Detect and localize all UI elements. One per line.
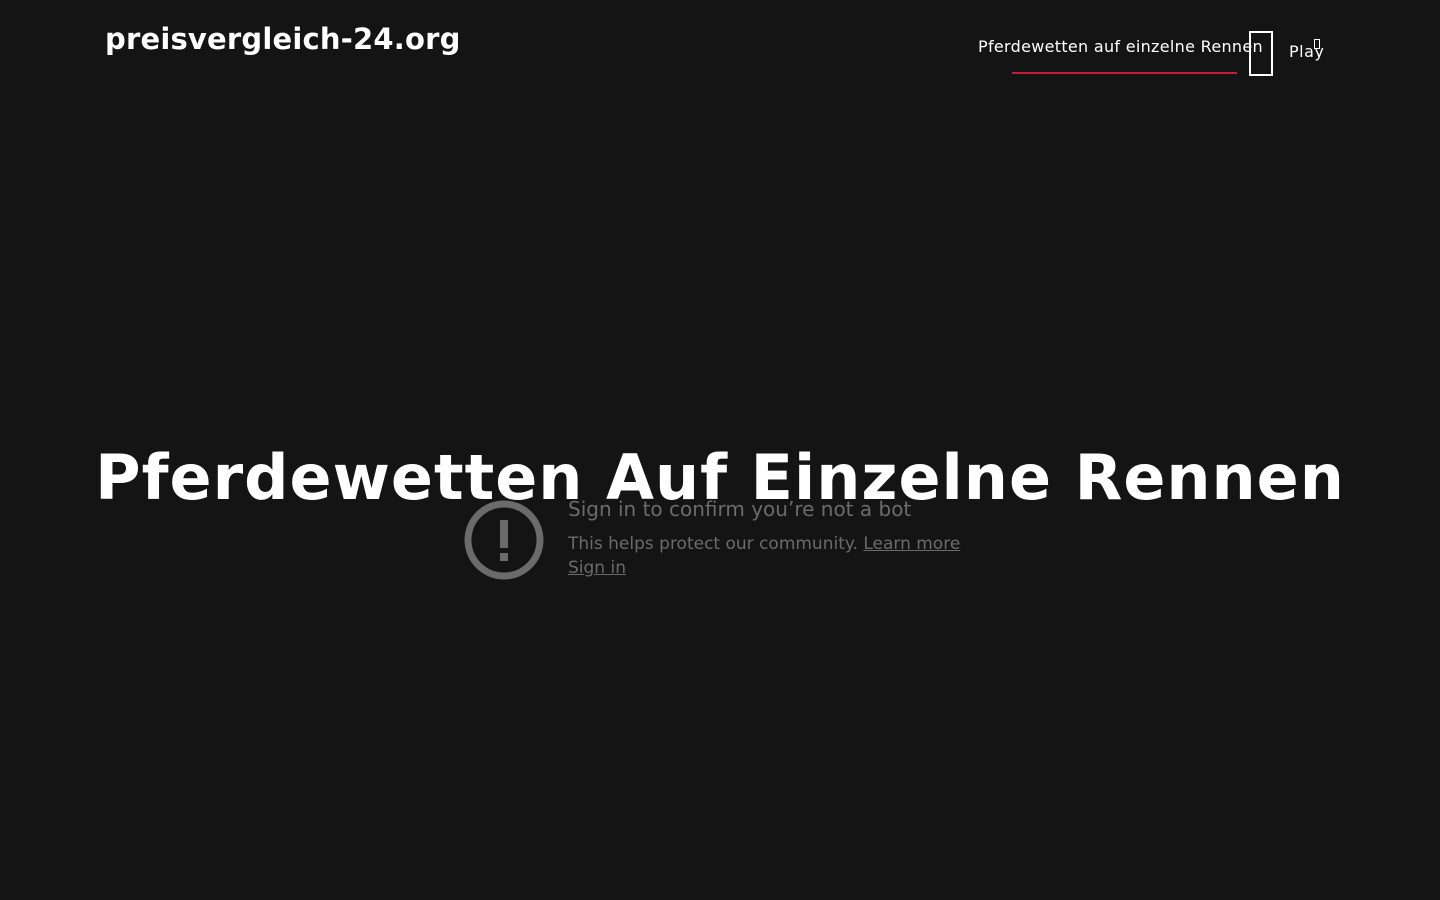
page: preisvergleich-24.org Pferdewetten auf e… bbox=[0, 0, 1440, 900]
exclamation-circle-icon bbox=[464, 500, 544, 580]
menu-icon[interactable] bbox=[1249, 31, 1273, 76]
site-title-link[interactable]: preisvergleich-24.org bbox=[105, 22, 461, 56]
play-icon bbox=[1314, 39, 1320, 49]
sign-in-link[interactable]: Sign in bbox=[568, 558, 626, 578]
learn-more-link[interactable]: Learn more bbox=[863, 534, 960, 554]
bot-check-description: This helps protect our community. Learn … bbox=[568, 534, 960, 554]
nav-link-pferdewetten[interactable]: Pferdewetten auf einzelne Rennen bbox=[978, 37, 1263, 56]
bot-check-description-text: This helps protect our community. bbox=[568, 534, 858, 554]
bot-check-heading: Sign in to confirm you’re not a bot bbox=[568, 497, 912, 521]
nav-active-underline bbox=[1012, 72, 1237, 74]
